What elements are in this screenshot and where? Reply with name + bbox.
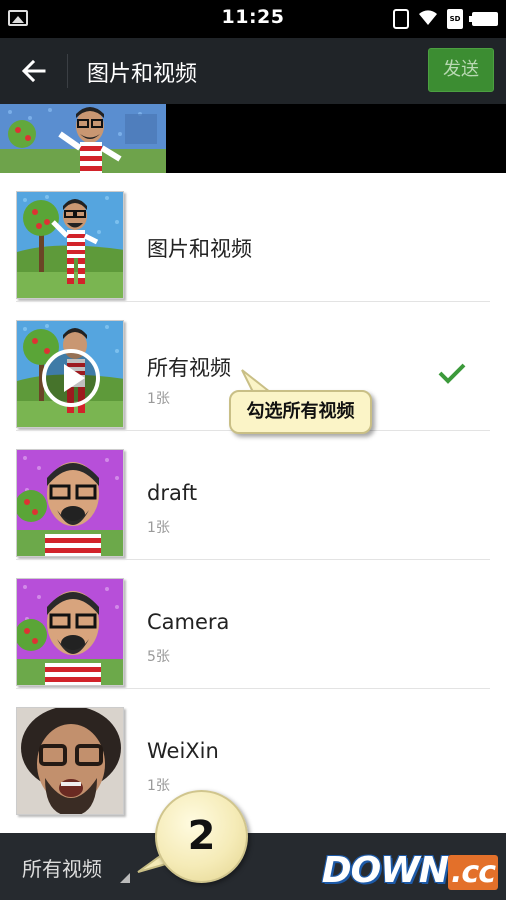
bottom-bar: 所有视频 DOWN .cc <box>0 833 506 900</box>
album-count: 1张 <box>147 520 170 536</box>
album-name: 图片和视频 <box>147 237 252 261</box>
folder-selector[interactable]: 所有视频 <box>22 853 102 882</box>
step-number-badge: 2 <box>155 790 248 883</box>
status-bar: 11:25 SD <box>0 0 506 38</box>
system-icons: SD <box>393 8 498 30</box>
vibrate-icon <box>393 9 409 29</box>
title-bar: 图片和视频 发送 <box>0 38 506 104</box>
album-count: 5张 <box>147 649 170 665</box>
album-item-weixin[interactable]: WeiXin 1张 <box>0 689 506 818</box>
album-name: 所有视频 <box>147 356 231 380</box>
battery-icon <box>469 12 498 26</box>
page-title: 图片和视频 <box>87 62 198 87</box>
album-thumbnail <box>16 707 124 815</box>
send-button[interactable]: 发送 <box>428 48 494 92</box>
watermark-logo: DOWN .cc <box>322 850 498 891</box>
album-name: Camera <box>147 610 230 634</box>
album-thumbnail <box>16 449 124 557</box>
check-icon <box>438 363 466 384</box>
watermark-main: DOWN <box>321 850 449 891</box>
album-count: 1张 <box>147 391 170 407</box>
back-button[interactable] <box>18 55 50 87</box>
back-arrow-icon <box>21 59 46 83</box>
album-item-camera[interactable]: Camera 5张 <box>0 560 506 689</box>
dropdown-corner-icon <box>120 873 130 883</box>
album-name: draft <box>147 481 198 505</box>
title-divider <box>67 54 68 88</box>
instruction-callout: 勾选所有视频 <box>229 390 372 434</box>
album-name: WeiXin <box>147 739 219 763</box>
watermark-suffix: .cc <box>448 855 498 890</box>
album-count: 1张 <box>147 778 170 794</box>
album-thumbnail <box>16 320 124 428</box>
selected-thumbnail[interactable] <box>0 104 166 173</box>
wifi-icon <box>418 8 438 31</box>
album-item-draft[interactable]: draft 1张 <box>0 431 506 560</box>
play-icon <box>42 349 100 407</box>
album-thumbnail <box>16 578 124 686</box>
album-thumbnail <box>16 191 124 299</box>
album-item-images-videos[interactable]: 图片和视频 <box>0 173 506 302</box>
album-list: 图片和视频 所有视频 1张 draft 1张 Camera 5张 WeiXin … <box>0 173 506 818</box>
selected-strip <box>0 104 506 173</box>
sd-card-icon: SD <box>447 9 463 29</box>
